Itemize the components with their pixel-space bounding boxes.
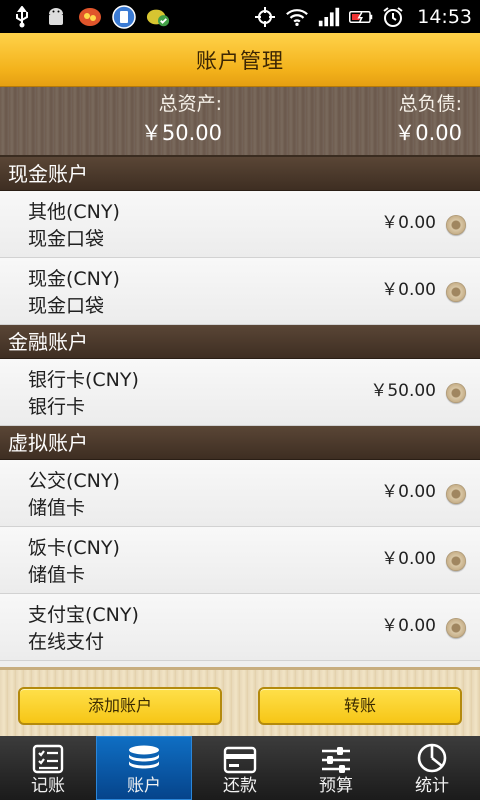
signal-icon xyxy=(317,5,341,29)
wifi-icon xyxy=(285,5,309,29)
sliders-icon xyxy=(288,736,384,774)
total-assets-value: ￥50.00 xyxy=(140,121,222,145)
account-row[interactable]: 支付宝(CNY) 在线支付 ￥0.00 xyxy=(0,594,480,661)
balance-summary: 总资产: ￥50.00 总负债: ￥0.00 xyxy=(0,87,480,157)
account-amount: ￥0.00 xyxy=(381,616,436,636)
account-name: 银行卡(CNY) xyxy=(28,369,139,391)
account-name: 现金(CNY) xyxy=(28,268,120,290)
tab-bookkeeping[interactable]: 记账 xyxy=(0,736,96,800)
account-indicator-icon xyxy=(446,383,466,403)
checklist-icon xyxy=(0,736,96,774)
sim-icon xyxy=(112,4,136,29)
account-name: 公交(CNY) xyxy=(28,470,120,492)
account-name: 支付宝(CNY) xyxy=(28,604,139,626)
tab-label: 统计 xyxy=(415,776,449,796)
usb-icon xyxy=(10,5,34,29)
account-amount: ￥0.00 xyxy=(381,549,436,569)
total-assets: 总资产: ￥50.00 xyxy=(141,91,222,149)
account-type: 银行卡 xyxy=(28,396,86,418)
tab-label: 还款 xyxy=(223,776,257,796)
account-name: 饭卡(CNY) xyxy=(28,537,120,559)
total-debts: 总负债: ￥0.00 xyxy=(394,91,462,149)
tab-accounts[interactable]: 账户 xyxy=(96,736,192,800)
account-row[interactable]: 公交(CNY) 储值卡 ￥0.00 xyxy=(0,460,480,527)
pie-chart-icon xyxy=(384,736,480,774)
account-list[interactable]: 现金账户 其他(CNY) 现金口袋 ￥0.00 现金(CNY) 现金口袋 ￥0.… xyxy=(0,157,480,667)
bottom-tab-bar: 记账 账户 还款 预算 统计 xyxy=(0,736,480,800)
account-indicator-icon xyxy=(446,215,466,235)
account-type: 现金口袋 xyxy=(28,228,105,250)
total-debts-value: ￥0.00 xyxy=(394,121,462,145)
account-indicator-icon xyxy=(446,618,466,638)
tab-repayment[interactable]: 还款 xyxy=(192,736,288,800)
battery-icon xyxy=(349,5,373,29)
account-name: 其他(CNY) xyxy=(28,201,120,223)
account-indicator-icon xyxy=(446,484,466,504)
android-icon xyxy=(44,5,68,29)
add-account-button[interactable]: 添加账户 xyxy=(18,687,222,725)
coins-icon xyxy=(96,736,192,774)
alarm-icon xyxy=(381,5,405,29)
account-row[interactable]: 现金(CNY) 现金口袋 ￥0.00 xyxy=(0,258,480,325)
account-row[interactable]: 饭卡(CNY) 储值卡 ￥0.00 xyxy=(0,527,480,594)
account-row[interactable]: 银行卡(CNY) 银行卡 ￥50.00 xyxy=(0,359,480,426)
account-amount: ￥0.00 xyxy=(381,482,436,502)
account-type: 现金口袋 xyxy=(28,295,105,317)
account-indicator-icon xyxy=(446,282,466,302)
account-amount: ￥0.00 xyxy=(381,280,436,300)
total-assets-label: 总资产: xyxy=(158,93,222,115)
account-amount: ￥0.00 xyxy=(381,213,436,233)
tab-label: 记账 xyxy=(31,776,65,796)
card-icon xyxy=(192,736,288,774)
group-header-cash: 现金账户 xyxy=(0,157,480,191)
status-bar: 14:53 xyxy=(0,0,480,33)
gps-icon xyxy=(253,5,277,29)
status-time: 14:53 xyxy=(417,5,472,28)
group-header-financial: 金融账户 xyxy=(0,325,480,359)
account-amount: ￥50.00 xyxy=(370,381,436,401)
account-type: 储值卡 xyxy=(28,497,86,519)
account-type: 储值卡 xyxy=(28,564,86,586)
tab-label: 账户 xyxy=(127,776,161,796)
app-icon xyxy=(78,5,102,29)
group-header-virtual: 虚拟账户 xyxy=(0,426,480,460)
tab-statistics[interactable]: 统计 xyxy=(384,736,480,800)
title-bar: 账户管理 xyxy=(0,33,480,87)
app2-icon xyxy=(146,5,170,29)
total-debts-label: 总负债: xyxy=(398,93,462,115)
page-title: 账户管理 xyxy=(196,48,284,73)
action-panel: 添加账户 转账 xyxy=(0,667,480,736)
tab-budget[interactable]: 预算 xyxy=(288,736,384,800)
tab-label: 预算 xyxy=(319,776,353,796)
account-indicator-icon xyxy=(446,551,466,571)
transfer-button[interactable]: 转账 xyxy=(258,687,462,725)
account-type: 在线支付 xyxy=(28,631,105,653)
account-row[interactable]: 其他(CNY) 现金口袋 ￥0.00 xyxy=(0,191,480,258)
